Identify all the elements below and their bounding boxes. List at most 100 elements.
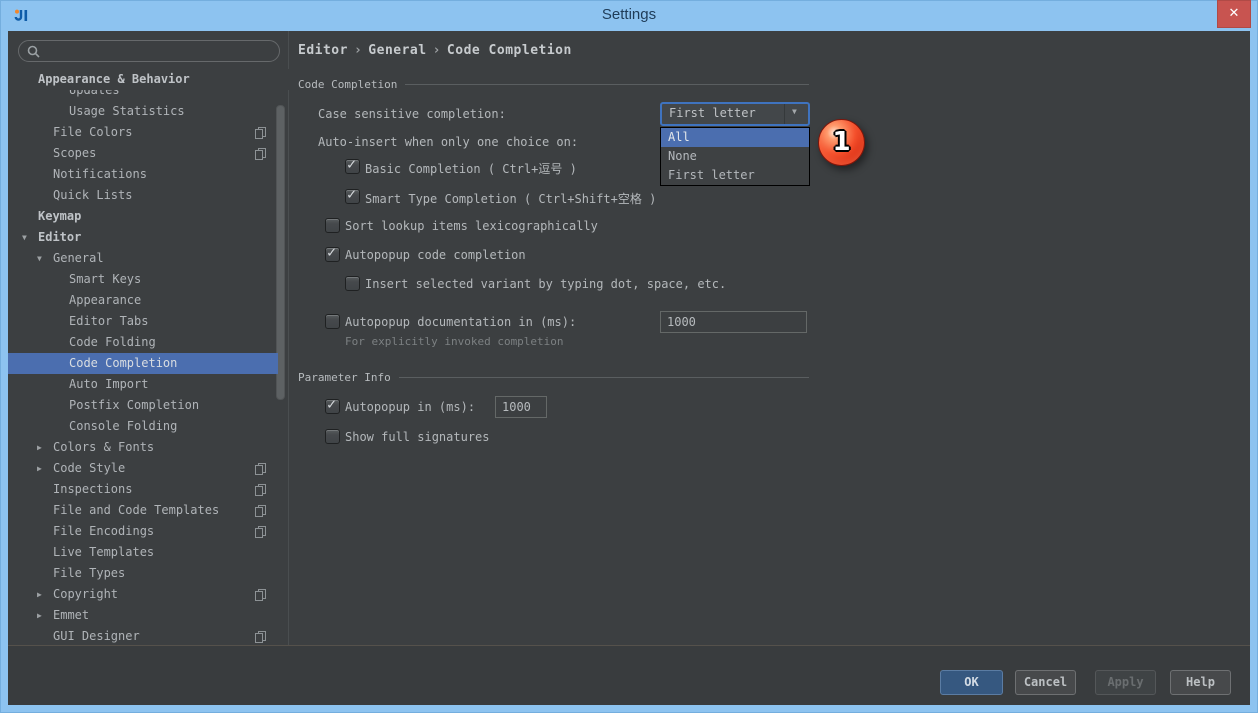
- check-icon: ✓: [327, 395, 336, 413]
- sidebar-item-smart-keys[interactable]: Smart Keys: [8, 269, 289, 290]
- sidebar-item-notifications[interactable]: Notifications: [8, 164, 289, 185]
- close-button[interactable]: ✕: [1217, 0, 1251, 28]
- sort-lookup-label: Sort lookup items lexicographically: [345, 219, 598, 233]
- sidebar-item-auto-import[interactable]: Auto Import: [8, 374, 289, 395]
- autopopup-doc-ms-field[interactable]: [660, 311, 807, 333]
- dropdown-option[interactable]: None: [661, 147, 809, 166]
- sidebar-item-label: Appearance & Behavior: [38, 69, 190, 90]
- sidebar-item-file-and-code-templates[interactable]: File and Code Templates: [8, 500, 289, 521]
- tree-toggle-arrow-icon[interactable]: ▶: [37, 437, 42, 458]
- sidebar-item-label: Editor: [38, 227, 81, 248]
- sidebar-item-scopes[interactable]: Scopes: [8, 143, 289, 164]
- group-separator-line: [405, 84, 809, 85]
- sidebar-item-label: Code Completion: [69, 353, 177, 374]
- settings-tree: Appearance & Behavior Updates Usage Stat…: [8, 62, 289, 645]
- sidebar-item-keymap[interactable]: Keymap: [8, 206, 289, 227]
- sidebar-item-label: Keymap: [38, 206, 81, 227]
- sidebar-item-code-style[interactable]: ▶ Code Style: [8, 458, 289, 479]
- sidebar-item-label: File Types: [53, 563, 125, 584]
- titlebar[interactable]: Settings ✕: [0, 0, 1258, 31]
- ok-button[interactable]: OK: [940, 670, 1003, 695]
- sidebar-item-colors-fonts[interactable]: ▶ Colors & Fonts: [8, 437, 289, 458]
- settings-sidebar: Appearance & Behavior Updates Usage Stat…: [8, 31, 289, 645]
- sidebar-item-appearance-behavior[interactable]: Appearance & Behavior: [8, 69, 289, 90]
- show-full-signatures-checkbox[interactable]: [325, 429, 340, 444]
- sidebar-item-label: Smart Keys: [69, 269, 141, 290]
- sidebar-item-editor[interactable]: ▼ Editor: [8, 227, 289, 248]
- search-box[interactable]: [18, 40, 280, 62]
- sidebar-item-label: Usage Statistics: [69, 101, 185, 122]
- sidebar-item-label: Code Folding: [69, 332, 156, 353]
- doc-hint-text: For explicitly invoked completion: [345, 335, 564, 348]
- breadcrumb-part: Editor: [298, 43, 348, 58]
- help-button[interactable]: Help: [1170, 670, 1231, 695]
- combobox-arrow-button[interactable]: ▼: [784, 104, 808, 124]
- case-sensitive-label: Case sensitive completion:: [318, 107, 506, 121]
- breadcrumb-separator: ›: [348, 43, 368, 58]
- apply-button: Apply: [1095, 670, 1156, 695]
- sidebar-item-code-folding[interactable]: Code Folding: [8, 332, 289, 353]
- sidebar-item-label: Editor Tabs: [69, 311, 148, 332]
- sidebar-item-quick-lists[interactable]: Quick Lists: [8, 185, 289, 206]
- sidebar-item-label: GUI Designer: [53, 626, 140, 647]
- param-autopopup-checkbox[interactable]: ✓: [325, 399, 340, 414]
- sidebar-item-gui-designer[interactable]: GUI Designer: [8, 626, 289, 647]
- dropdown-option[interactable]: All: [661, 128, 809, 147]
- sidebar-item-console-folding[interactable]: Console Folding: [8, 416, 289, 437]
- insert-selected-variant-checkbox[interactable]: [345, 276, 360, 291]
- sidebar-item-emmet[interactable]: ▶ Emmet: [8, 605, 289, 626]
- tree-toggle-arrow-icon[interactable]: ▶: [37, 584, 42, 605]
- tree-toggle-arrow-icon[interactable]: ▶: [37, 458, 42, 479]
- smart-type-completion-checkbox[interactable]: ✓: [345, 189, 360, 204]
- sidebar-item-label: Quick Lists: [53, 185, 132, 206]
- sidebar-item-label: Console Folding: [69, 416, 177, 437]
- check-icon: ✓: [327, 243, 336, 261]
- sidebar-item-live-templates[interactable]: Live Templates: [8, 542, 289, 563]
- sidebar-item-label: File Colors: [53, 122, 132, 143]
- sidebar-item-label: Emmet: [53, 605, 89, 626]
- show-full-signatures-label: Show full signatures: [345, 430, 490, 444]
- sidebar-item-copyright[interactable]: ▶ Copyright: [8, 584, 289, 605]
- sidebar-item-file-colors[interactable]: File Colors: [8, 122, 289, 143]
- group-title: Parameter Info: [298, 371, 391, 384]
- dropdown-option[interactable]: First letter: [661, 166, 809, 185]
- basic-completion-label: Basic Completion ( Ctrl+逗号 ): [365, 160, 577, 177]
- autopopup-code-label: Autopopup code completion: [345, 248, 526, 262]
- breadcrumb-part: General: [368, 43, 426, 58]
- autopopup-doc-label: Autopopup documentation in (ms):: [345, 315, 576, 329]
- sidebar-item-file-encodings[interactable]: File Encodings: [8, 521, 289, 542]
- sidebar-item-inspections[interactable]: Inspections: [8, 479, 289, 500]
- cancel-button[interactable]: Cancel: [1015, 670, 1076, 695]
- case-sensitive-dropdown-list: AllNoneFirst letter: [660, 127, 810, 186]
- param-autopopup-label: Autopopup in (ms):: [345, 400, 475, 414]
- sidebar-item-postfix-completion[interactable]: Postfix Completion: [8, 395, 289, 416]
- settings-main-panel: Editor›General›Code Completion Code Comp…: [289, 31, 1250, 645]
- basic-completion-checkbox[interactable]: ✓: [345, 159, 360, 174]
- tree-toggle-arrow-icon[interactable]: ▼: [37, 248, 42, 269]
- tree-toggle-arrow-icon[interactable]: ▶: [37, 605, 42, 626]
- code-completion-group-header: Code Completion: [298, 78, 809, 91]
- sidebar-item-file-types[interactable]: File Types: [8, 563, 289, 584]
- autopopup-doc-checkbox[interactable]: [325, 314, 340, 329]
- param-autopopup-ms-field[interactable]: [495, 396, 547, 418]
- case-sensitive-combobox[interactable]: First letter ▼: [660, 102, 810, 126]
- sidebar-item-general[interactable]: ▼ General: [8, 248, 289, 269]
- search-icon: [27, 45, 41, 59]
- sidebar-item-label: Postfix Completion: [69, 395, 199, 416]
- tree-toggle-arrow-icon[interactable]: ▼: [22, 227, 27, 248]
- sidebar-item-editor-tabs[interactable]: Editor Tabs: [8, 311, 289, 332]
- breadcrumb: Editor›General›Code Completion: [298, 43, 572, 58]
- breadcrumb-part: Code Completion: [447, 43, 572, 58]
- sidebar-item-label: File Encodings: [53, 521, 154, 542]
- sidebar-item-code-completion[interactable]: Code Completion: [8, 353, 289, 374]
- sidebar-item-appearance[interactable]: Appearance: [8, 290, 289, 311]
- chevron-down-icon: ▼: [792, 107, 797, 116]
- sidebar-item-usage-statistics[interactable]: Usage Statistics: [8, 101, 289, 122]
- autopopup-code-checkbox[interactable]: ✓: [325, 247, 340, 262]
- annotation-badge-1: 1: [818, 119, 865, 166]
- sidebar-item-label: Scopes: [53, 143, 96, 164]
- sort-lookup-checkbox[interactable]: [325, 218, 340, 233]
- auto-insert-label: Auto-insert when only one choice on:: [318, 135, 578, 149]
- search-input[interactable]: [45, 42, 273, 60]
- combobox-value: First letter: [669, 106, 756, 120]
